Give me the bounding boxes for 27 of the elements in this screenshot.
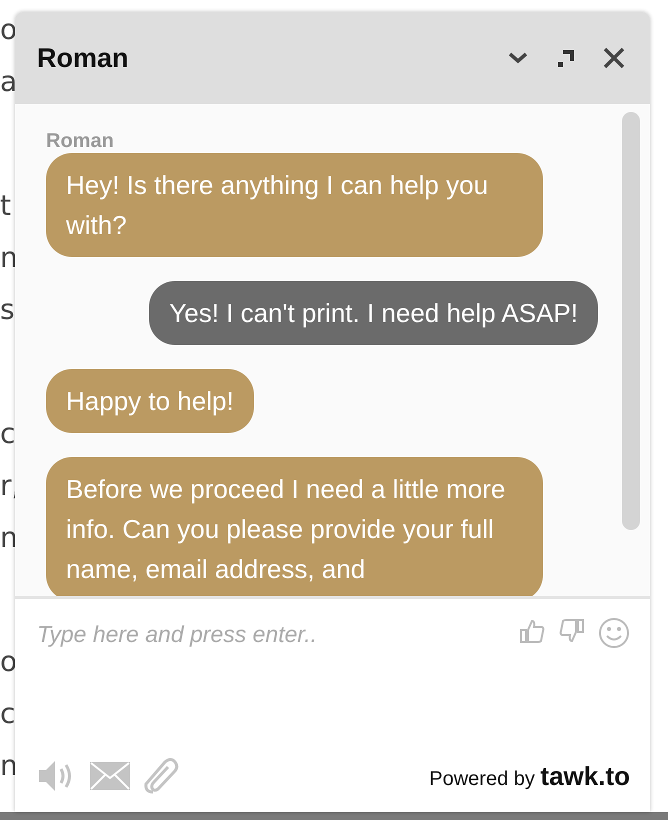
scrollbar[interactable] [622, 112, 640, 530]
background-text: o [0, 12, 18, 48]
popout-icon [555, 47, 577, 69]
chevron-down-icon [507, 51, 529, 65]
agent-message: Before we proceed I need a little more info. Can you please provide your full name, email address, and [46, 457, 543, 596]
envelope-icon [89, 761, 131, 791]
thumbs-down-icon [558, 617, 586, 645]
visitor-message: Yes! I can't print. I need help ASAP! [149, 281, 598, 345]
background-text: a [0, 64, 18, 100]
powered-by-text: Powered by tawk.to [429, 760, 630, 792]
background-text: s [0, 292, 15, 328]
emoji-button[interactable] [598, 617, 630, 649]
message-input[interactable]: Type here and press enter.. [37, 617, 506, 741]
close-icon [602, 46, 626, 70]
background-text: c [0, 416, 16, 452]
smiley-icon [598, 617, 630, 649]
chat-title: Roman [37, 42, 130, 74]
background-text: t [0, 188, 11, 224]
agent-message: Hey! Is there anything I can help you with? [46, 153, 543, 257]
background-text: c [0, 696, 16, 732]
thumbs-up-button[interactable] [518, 617, 546, 645]
thumbs-down-button[interactable] [558, 617, 586, 645]
thumbs-up-icon [518, 617, 546, 645]
agent-message: Happy to help! [46, 369, 254, 433]
background-text: o [0, 644, 18, 680]
email-button[interactable] [89, 761, 131, 791]
sender-name: Roman [46, 130, 115, 153]
